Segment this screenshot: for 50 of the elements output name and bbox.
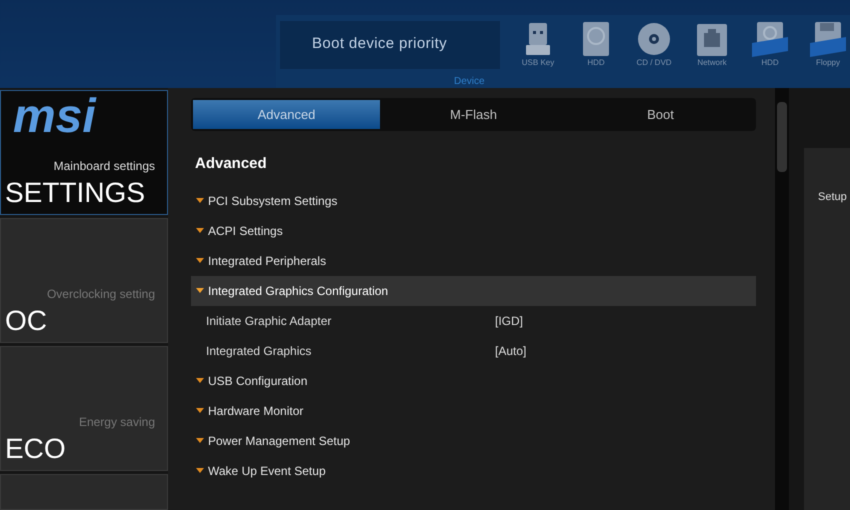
logo-text: msi bbox=[13, 93, 98, 141]
menu-item[interactable]: ACPI Settings bbox=[191, 216, 756, 246]
sidebar-title: SETTINGS bbox=[4, 176, 146, 210]
disc-icon bbox=[636, 20, 672, 56]
usb-hard-drive-icon bbox=[752, 20, 788, 56]
help-text: Setup bbox=[818, 191, 847, 203]
menu-item[interactable]: Integrated Graphics Configuration bbox=[191, 276, 756, 306]
caret-icon bbox=[196, 468, 204, 473]
boot-device-button[interactable]: HDD bbox=[574, 20, 618, 68]
boot-priority-label: Boot device priority bbox=[280, 20, 500, 68]
usb-floppy-icon bbox=[810, 20, 846, 56]
menu-item[interactable]: PCI Subsystem Settings bbox=[191, 186, 756, 216]
menu-item[interactable]: Integrated Peripherals bbox=[191, 246, 756, 276]
boot-device-button[interactable]: Floppy bbox=[806, 20, 850, 68]
boot-device-button[interactable]: USB Key bbox=[516, 20, 560, 68]
usb-key-icon bbox=[523, 20, 553, 56]
hard-drive-icon bbox=[581, 20, 611, 56]
menu-item[interactable]: Power Management Setup bbox=[191, 426, 756, 456]
menu-item[interactable]: Hardware Monitor bbox=[191, 396, 756, 426]
boot-device-button[interactable]: Network bbox=[690, 22, 734, 68]
caret-icon bbox=[196, 228, 204, 233]
sidebar-title: ECO bbox=[4, 432, 66, 466]
tab[interactable]: Boot bbox=[567, 100, 754, 129]
sidebar-item[interactable]: Overclocking setting OC bbox=[0, 218, 168, 343]
boot-device-button[interactable]: CD / DVD bbox=[632, 20, 676, 68]
setting-value[interactable]: [IGD] bbox=[495, 312, 524, 330]
network-port-icon bbox=[696, 22, 728, 56]
sidebar-subtitle: Mainboard settings bbox=[54, 158, 156, 175]
setting-label: Integrated Graphics bbox=[206, 342, 312, 360]
sidebar-title: OC bbox=[4, 304, 47, 338]
caret-icon bbox=[196, 198, 204, 203]
tab[interactable]: M-Flash bbox=[380, 100, 567, 129]
caret-icon bbox=[196, 408, 204, 413]
caret-icon bbox=[196, 378, 204, 383]
menu-item[interactable]: Wake Up Event Setup bbox=[191, 456, 756, 486]
menu-item[interactable]: USB Configuration bbox=[191, 366, 756, 396]
sidebar-item[interactable]: Energy saving ECO bbox=[0, 346, 168, 471]
scrollbar-thumb[interactable] bbox=[777, 102, 787, 172]
section-heading: Advanced bbox=[195, 154, 267, 174]
caret-icon bbox=[196, 438, 204, 443]
setting-label: Initiate Graphic Adapter bbox=[206, 312, 332, 330]
caret-icon bbox=[196, 258, 204, 263]
setting-value[interactable]: [Auto] bbox=[495, 342, 526, 360]
sidebar-subtitle: Energy saving bbox=[78, 414, 156, 431]
tab[interactable]: Advanced bbox=[193, 100, 380, 129]
boot-device-button[interactable]: HDD bbox=[748, 20, 792, 68]
sidebar-subtitle: Overclocking setting bbox=[46, 286, 156, 303]
device-caption: Device bbox=[454, 74, 485, 88]
caret-icon bbox=[196, 288, 204, 293]
sidebar-item[interactable]: msi Mainboard settings SETTINGS bbox=[0, 90, 168, 215]
